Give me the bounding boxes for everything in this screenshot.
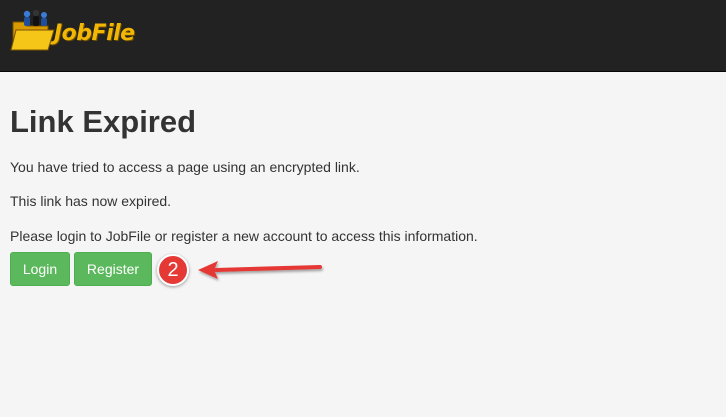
message-encrypted-link: You have tried to access a page using an… [10,159,360,175]
page-title: Link Expired [10,104,197,139]
register-button[interactable]: Register [74,252,152,286]
step-number-badge: 2 [157,254,189,286]
left-arrow-icon [198,261,322,279]
login-button[interactable]: Login [10,252,70,286]
folder-people-icon [10,9,55,51]
logo-text: JobFile [54,21,135,46]
message-login-or-register: Please login to JobFile or register a ne… [10,228,478,244]
top-navbar: JobFile [0,0,726,72]
message-link-expired: This link has now expired. [10,193,172,209]
jobfile-logo[interactable]: JobFile [10,8,135,54]
